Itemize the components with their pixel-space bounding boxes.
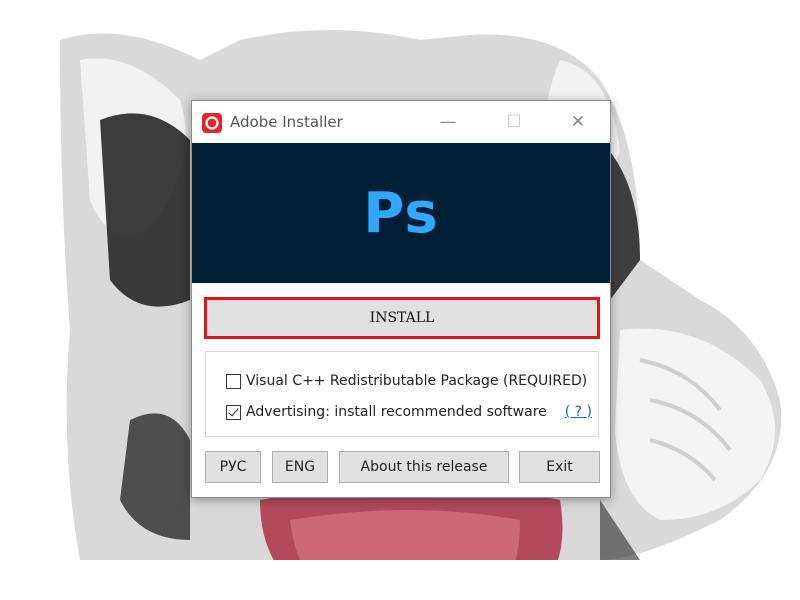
install-button[interactable]: INSTALL (204, 297, 600, 339)
minimize-button[interactable]: — (428, 107, 468, 137)
option-vcredist[interactable]: Visual C++ Redistributable Package (REQU… (226, 370, 587, 392)
english-language-button[interactable]: ENG (272, 451, 328, 483)
about-release-button[interactable]: About this release (339, 451, 509, 483)
vcredist-label: Visual C++ Redistributable Package (REQU… (246, 373, 588, 389)
adobe-creative-cloud-icon (202, 113, 222, 133)
advertising-help-link[interactable]: ( ? ) (565, 404, 592, 420)
maximize-button[interactable]: ☐ (494, 107, 534, 137)
advertising-checkbox[interactable] (226, 404, 241, 420)
installer-window: Adobe Installer — ☐ ✕ Ps INSTALL Visual … (191, 100, 611, 498)
exit-button[interactable]: Exit (519, 451, 600, 483)
title-bar[interactable]: Adobe Installer — ☐ ✕ (192, 101, 610, 143)
advertising-label: Advertising: install recommended softwar… (246, 404, 547, 420)
russian-language-button[interactable]: РУС (205, 451, 261, 483)
window-title: Adobe Installer (230, 113, 343, 131)
creative-cloud-glyph (205, 116, 219, 130)
photoshop-logo: Ps (363, 181, 439, 246)
close-button[interactable]: ✕ (558, 107, 598, 137)
option-advertising[interactable]: Advertising: install recommended softwar… (226, 401, 592, 423)
product-banner: Ps (192, 143, 610, 283)
options-panel: Visual C++ Redistributable Package (REQU… (205, 351, 599, 437)
vcredist-checkbox[interactable] (226, 373, 241, 389)
